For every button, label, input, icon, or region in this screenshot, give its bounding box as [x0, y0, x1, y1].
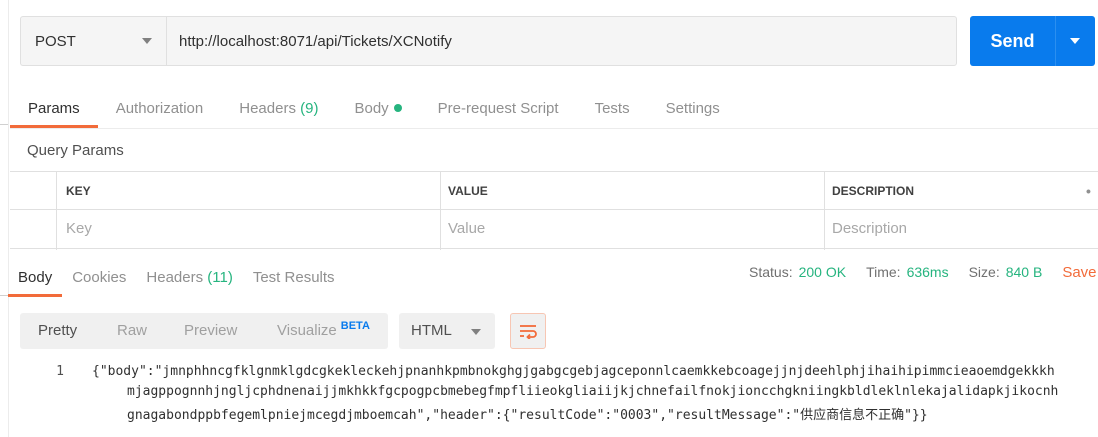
- beta-badge: BETA: [340, 320, 370, 332]
- tab-label: Headers: [239, 100, 296, 117]
- tab-label: Params: [28, 100, 80, 117]
- method-label: POST: [35, 32, 76, 50]
- column-header-key: KEY: [66, 184, 91, 198]
- wrap-lines-button[interactable]: [510, 313, 546, 349]
- tab-response-body[interactable]: Body: [8, 259, 63, 297]
- format-raw[interactable]: Raw: [117, 313, 147, 349]
- language-select[interactable]: HTML: [399, 313, 495, 349]
- left-divider-tick: [0, 124, 8, 125]
- tab-body[interactable]: Body: [336, 90, 419, 128]
- key-input[interactable]: Key: [58, 210, 440, 248]
- time-value[interactable]: 636ms: [907, 264, 949, 284]
- url-text: http://localhost:8071/api/Tickets/XCNoti…: [179, 32, 452, 50]
- code-line: gnagabondppbfegemlpniejmcegdjmboemcah","…: [127, 408, 928, 423]
- time-label: Time:: [866, 264, 901, 280]
- send-button[interactable]: Send: [970, 16, 1095, 66]
- code-line: mjagppognnhjngljcphdnenaijjmkhkkfgcpogpc…: [127, 384, 1059, 399]
- column-header-value: VALUE: [448, 184, 488, 198]
- tab-label: Headers: [146, 269, 204, 286]
- query-params-title: Query Params: [27, 142, 124, 159]
- tab-count: (9): [300, 100, 319, 117]
- value-input[interactable]: Value: [440, 210, 824, 248]
- send-options-button[interactable]: [1056, 16, 1095, 66]
- table-row: Key Value Description: [10, 210, 1098, 248]
- status-value[interactable]: 200 OK: [799, 264, 846, 284]
- line-number: 1: [56, 364, 64, 379]
- format-preview[interactable]: Preview: [184, 313, 237, 349]
- status-label: Status:: [749, 264, 793, 280]
- tab-cookies[interactable]: Cookies: [62, 259, 136, 297]
- save-response-button[interactable]: Save: [1062, 264, 1096, 284]
- request-bar: POST http://localhost:8071/api/Tickets/X…: [20, 16, 957, 66]
- response-meta: Status: 200 OK Time: 636ms Size: 840 B S…: [749, 264, 1097, 284]
- tab-tests[interactable]: Tests: [577, 90, 648, 128]
- tab-authorization[interactable]: Authorization: [98, 90, 222, 128]
- column-divider: [440, 172, 441, 250]
- tab-settings[interactable]: Settings: [648, 90, 738, 128]
- column-divider: [824, 172, 825, 250]
- tab-headers[interactable]: Headers (9): [221, 90, 336, 128]
- format-visualize[interactable]: Visualize BETA: [277, 313, 370, 349]
- format-visualize-label: Visualize: [277, 322, 337, 339]
- code-line: {"body":"jmnphhncgfklgnmklgdcgkekleckehj…: [92, 364, 1055, 379]
- language-label: HTML: [411, 322, 452, 339]
- response-body-code[interactable]: 1 {"body":"jmnphhncgfklgnmklgdcgkeklecke…: [0, 362, 1098, 437]
- tab-label: Body: [354, 100, 389, 117]
- url-input[interactable]: http://localhost:8071/api/Tickets/XCNoti…: [166, 16, 957, 66]
- column-divider: [56, 172, 57, 250]
- left-divider-tick: [0, 295, 8, 296]
- tabs-divider: [10, 128, 1098, 129]
- request-tabs: Params Authorization Headers (9) Body Pr…: [10, 90, 738, 128]
- column-header-description: DESCRIPTION: [832, 184, 915, 198]
- chevron-down-icon: [471, 329, 481, 335]
- tab-label: Authorization: [115, 100, 204, 117]
- tab-label: Body: [18, 269, 53, 286]
- tab-response-headers[interactable]: Headers (11): [136, 259, 242, 297]
- tab-count: (11): [207, 269, 233, 286]
- size-label: Size:: [968, 264, 1000, 280]
- ellipsis-icon[interactable]: •: [1078, 172, 1091, 210]
- method-select[interactable]: POST: [20, 16, 166, 66]
- tab-pre-request-script[interactable]: Pre-request Script: [420, 90, 577, 128]
- query-params-table: KEY VALUE DESCRIPTION • Key Value Descri…: [10, 171, 1098, 250]
- format-toggle: Pretty Raw Preview Visualize BETA: [20, 313, 388, 349]
- chevron-down-icon: [1070, 38, 1080, 44]
- tab-params[interactable]: Params: [10, 90, 98, 128]
- send-label: Send: [990, 30, 1035, 51]
- description-input[interactable]: Description: [824, 210, 1098, 248]
- tab-label: Cookies: [72, 269, 127, 286]
- tab-label: Pre-request Script: [437, 100, 559, 117]
- tab-test-results[interactable]: Test Results: [243, 259, 345, 297]
- tab-label: Tests: [594, 100, 630, 117]
- tab-label: Test Results: [252, 269, 335, 286]
- size-value[interactable]: 840 B: [1006, 264, 1043, 284]
- response-tabs: Body Cookies Headers (11) Test Results: [8, 259, 345, 297]
- chevron-down-icon: [142, 38, 152, 44]
- wrap-lines-icon: [520, 325, 537, 339]
- format-pretty[interactable]: Pretty: [38, 313, 77, 349]
- tab-label: Settings: [665, 100, 720, 117]
- green-dot-icon: [393, 104, 402, 112]
- table-header-row: KEY VALUE DESCRIPTION •: [10, 172, 1098, 210]
